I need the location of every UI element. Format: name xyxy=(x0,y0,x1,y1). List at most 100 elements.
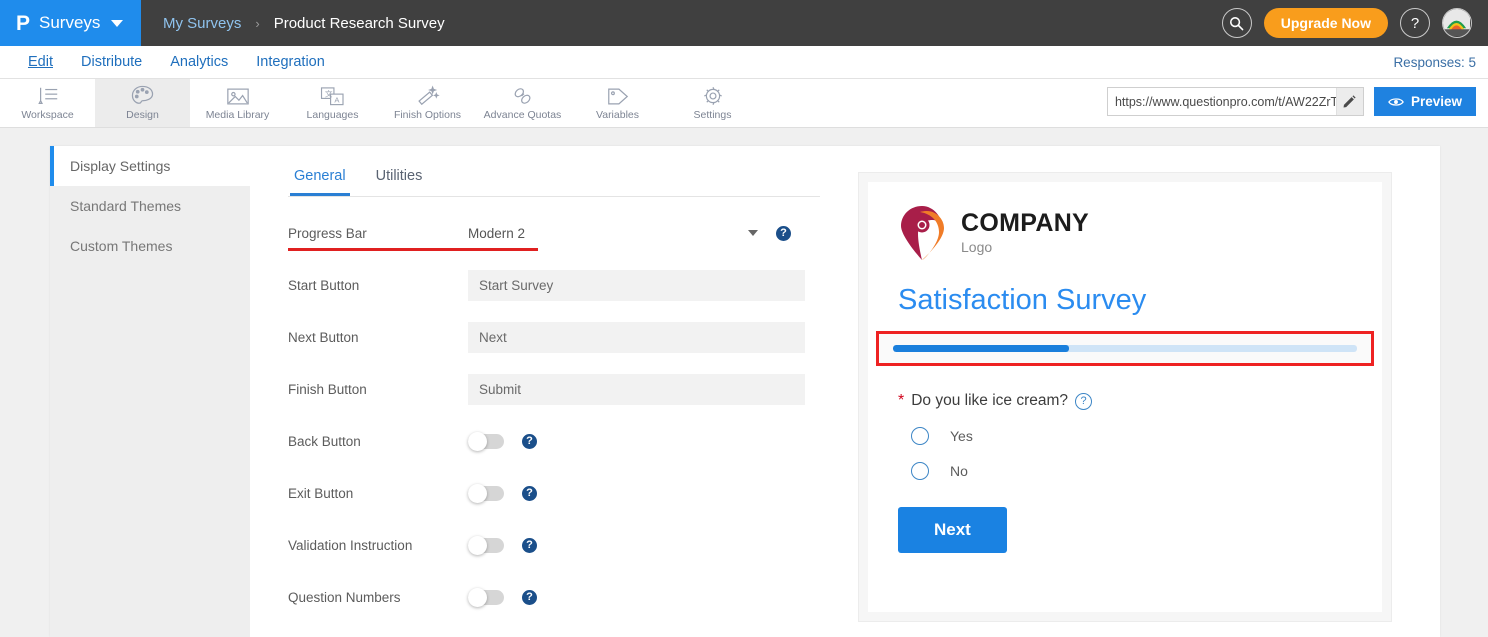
toolbar-label: Languages xyxy=(307,109,359,121)
sidebar-item-display-settings[interactable]: Display Settings xyxy=(50,146,250,186)
field-label: Start Button xyxy=(288,278,468,293)
help-icon[interactable]: ? xyxy=(776,226,791,241)
field-label: Next Button xyxy=(288,330,468,345)
top-header: P Surveys My Surveys › Product Research … xyxy=(0,0,1488,46)
breadcrumb: My Surveys › Product Research Survey xyxy=(141,0,1222,46)
next-button-input[interactable] xyxy=(468,322,805,353)
sidebar-item-label: Custom Themes xyxy=(70,238,172,254)
brand-surveys-menu[interactable]: P Surveys xyxy=(0,0,141,46)
sidebar-item-label: Standard Themes xyxy=(70,198,181,214)
search-icon[interactable] xyxy=(1222,8,1252,38)
annotation-underline xyxy=(288,248,538,251)
content-card: Display Settings Standard Themes Custom … xyxy=(50,146,1440,637)
preview-content: COMPANY Logo Satisfaction Survey * xyxy=(868,182,1382,612)
sidebar-item-standard-themes[interactable]: Standard Themes xyxy=(50,186,250,226)
help-icon[interactable]: ? xyxy=(1400,8,1430,38)
field-start-button: Start Button xyxy=(288,259,820,311)
toolbar-label: Workspace xyxy=(21,109,73,121)
tab-analytics[interactable]: Analytics xyxy=(156,46,242,79)
toolbar-label: Finish Options xyxy=(394,109,461,121)
tab-distribute[interactable]: Distribute xyxy=(67,46,156,79)
tab-general[interactable]: General xyxy=(290,164,350,196)
preview-frame: COMPANY Logo Satisfaction Survey * xyxy=(858,172,1392,622)
field-label: Question Numbers xyxy=(288,590,468,605)
finish-button-input[interactable] xyxy=(468,374,805,405)
tab-edit[interactable]: Edit xyxy=(14,46,67,79)
radio-no[interactable] xyxy=(911,462,929,480)
chevron-down-icon[interactable] xyxy=(111,20,123,27)
tab-utilities[interactable]: Utilities xyxy=(372,164,427,196)
company-logo: COMPANY Logo xyxy=(898,204,1352,262)
design-sidebar: Display Settings Standard Themes Custom … xyxy=(50,146,250,637)
page-body: Display Settings Standard Themes Custom … xyxy=(0,128,1488,637)
sidebar-item-custom-themes[interactable]: Custom Themes xyxy=(50,226,250,266)
pencil-icon[interactable] xyxy=(1336,88,1363,115)
survey-url-field[interactable]: https://www.questionpro.com/t/AW22ZrTK xyxy=(1107,87,1364,116)
avatar[interactable] xyxy=(1442,8,1472,38)
radio-yes[interactable] xyxy=(911,427,929,445)
required-marker: * xyxy=(898,392,904,410)
toolbar-item-design[interactable]: Design xyxy=(95,79,190,127)
preview-next-button[interactable]: Next xyxy=(898,507,1007,553)
upgrade-now-button[interactable]: Upgrade Now xyxy=(1264,8,1388,38)
toolbar-item-workspace[interactable]: Workspace xyxy=(0,79,95,127)
field-label: Progress Bar xyxy=(288,226,468,241)
question-help-icon[interactable]: ? xyxy=(1075,393,1092,410)
field-label: Validation Instruction xyxy=(288,538,468,553)
toolbar-label: Advance Quotas xyxy=(484,109,562,121)
preview-button[interactable]: Preview xyxy=(1374,87,1476,116)
field-label: Finish Button xyxy=(288,382,468,397)
survey-title: Satisfaction Survey xyxy=(898,284,1352,317)
back-button-toggle[interactable] xyxy=(468,434,504,449)
toolbar-item-languages[interactable]: 文 A Languages xyxy=(285,79,380,127)
tab-integration[interactable]: Integration xyxy=(242,46,339,79)
progress-bar-fill xyxy=(893,345,1069,352)
start-button-input[interactable] xyxy=(468,270,805,301)
header-actions: Upgrade Now ? xyxy=(1222,0,1488,46)
toolbar-label: Design xyxy=(126,109,159,121)
field-finish-button: Finish Button xyxy=(288,363,820,415)
toolbar-label: Variables xyxy=(596,109,639,121)
field-back-button: Back Button ? xyxy=(288,415,820,467)
toolbar-item-settings[interactable]: Settings xyxy=(665,79,760,127)
questionpro-logo-icon: P xyxy=(16,13,30,34)
preview-button-label: Preview xyxy=(1411,94,1462,109)
validation-instruction-toggle[interactable] xyxy=(468,538,504,553)
eye-icon xyxy=(1388,96,1404,108)
question-numbers-toggle[interactable] xyxy=(468,590,504,605)
progress-bar-select-value[interactable]: Modern 2 xyxy=(468,226,748,241)
toolbar-item-finish-options[interactable]: Finish Options xyxy=(380,79,475,127)
breadcrumb-my-surveys[interactable]: My Surveys xyxy=(163,15,241,32)
breadcrumb-current-survey: Product Research Survey xyxy=(274,15,445,32)
help-icon[interactable]: ? xyxy=(522,486,537,501)
company-logo-icon xyxy=(898,204,948,262)
field-label: Back Button xyxy=(288,434,468,449)
survey-url-area: https://www.questionpro.com/t/AW22ZrTK P… xyxy=(1107,87,1476,116)
toolbar-label: Media Library xyxy=(206,109,270,121)
brand-label: Surveys xyxy=(39,13,100,33)
option-row-yes[interactable]: Yes xyxy=(898,427,1352,445)
breadcrumb-separator-icon: › xyxy=(255,16,259,31)
question-text-row: * Do you like ice cream? ? xyxy=(898,392,1352,410)
company-logo-text: COMPANY Logo xyxy=(961,211,1089,255)
svg-text:文: 文 xyxy=(325,88,333,98)
help-icon[interactable]: ? xyxy=(522,538,537,553)
toolbar-label: Settings xyxy=(694,109,732,121)
option-label: Yes xyxy=(950,428,973,444)
field-progress-bar: Progress Bar Modern 2 ? xyxy=(288,207,820,259)
toolbar-item-media-library[interactable]: Media Library xyxy=(190,79,285,127)
progress-bar-annotation xyxy=(876,331,1374,366)
toolbar-item-variables[interactable]: Variables xyxy=(570,79,665,127)
progress-bar-track xyxy=(893,345,1357,352)
field-question-numbers: Question Numbers ? xyxy=(288,571,820,623)
chevron-down-icon[interactable] xyxy=(748,230,758,236)
help-icon[interactable]: ? xyxy=(522,590,537,605)
settings-subtabs: General Utilities xyxy=(288,164,820,197)
toolbar-item-advance-quotas[interactable]: Advance Quotas xyxy=(475,79,570,127)
option-row-no[interactable]: No xyxy=(898,462,1352,480)
question-block: * Do you like ice cream? ? Yes No Nex xyxy=(898,392,1352,553)
field-exit-button: Exit Button ? xyxy=(288,467,820,519)
exit-button-toggle[interactable] xyxy=(468,486,504,501)
question-text: Do you like ice cream? xyxy=(911,392,1068,410)
help-icon[interactable]: ? xyxy=(522,434,537,449)
